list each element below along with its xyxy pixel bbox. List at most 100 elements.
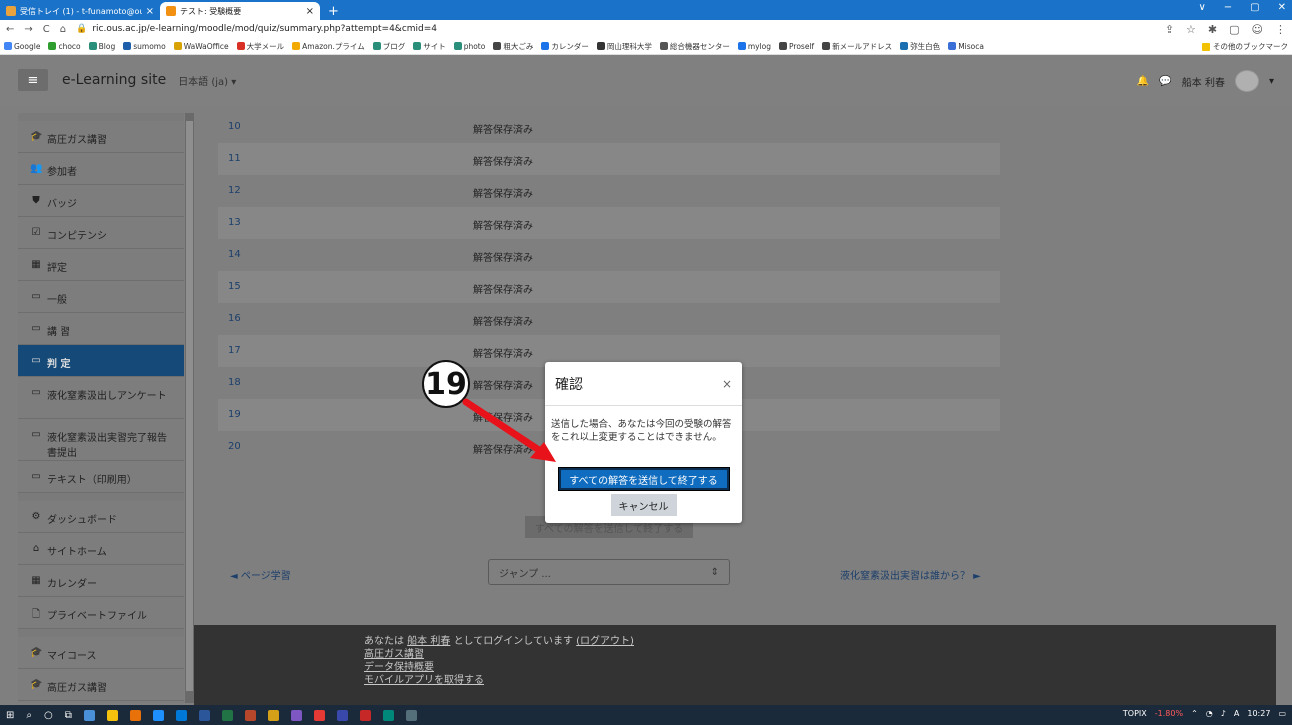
question-link[interactable]: 10: [218, 121, 473, 132]
chevron-down-icon[interactable]: ▾: [1269, 76, 1274, 87]
sidebar-item-site-home[interactable]: ⌂ サイトホーム: [18, 533, 184, 565]
app-icon[interactable]: [336, 709, 348, 721]
bookmark-item[interactable]: ブログ: [372, 41, 405, 52]
submit-and-finish-button[interactable]: すべての解答を送信して終了する: [557, 467, 730, 491]
sidebar-item-course[interactable]: 🎓 高圧ガス講習: [18, 121, 184, 153]
user-name[interactable]: 船本 利春: [1182, 74, 1225, 89]
bookmark-item[interactable]: WaWaOffice: [173, 42, 229, 51]
question-link[interactable]: 16: [218, 313, 473, 324]
bookmark-item[interactable]: choco: [48, 42, 81, 51]
clock[interactable]: 10:27: [1247, 709, 1270, 718]
cortana-icon[interactable]: ○: [44, 710, 53, 721]
sidebar-item-calendar[interactable]: ▦ カレンダー: [18, 565, 184, 597]
sidebar-item-lecture[interactable]: ▭ 講 習: [18, 313, 184, 345]
bookmark-item[interactable]: サイト: [413, 41, 446, 52]
ime-indicator[interactable]: A: [1234, 709, 1239, 718]
scrollbar-thumb[interactable]: [186, 121, 193, 691]
bookmark-item[interactable]: photo: [453, 42, 485, 51]
other-bookmarks[interactable]: その他のブックマーク: [1202, 41, 1288, 52]
logout-link[interactable]: (ログアウト): [576, 636, 634, 647]
search-icon[interactable]: ⌕: [26, 710, 32, 721]
word-icon[interactable]: [198, 709, 210, 721]
tab-quiz-summary[interactable]: テスト: 受験概要 ×: [160, 2, 320, 20]
bookmark-item[interactable]: カレンダー: [541, 41, 589, 52]
share-icon[interactable]: ⇪: [1165, 23, 1174, 36]
bookmark-item[interactable]: Misoca: [948, 42, 984, 51]
jump-select[interactable]: ジャンプ ... ⇕: [488, 559, 730, 585]
question-link[interactable]: 15: [218, 281, 473, 292]
app-icon[interactable]: [382, 709, 394, 721]
profile-icon[interactable]: ☺: [1252, 23, 1263, 36]
app-icon[interactable]: [290, 709, 302, 721]
sidepanel-icon[interactable]: ▢: [1229, 23, 1239, 36]
mobile-app-link[interactable]: モバイルアプリを取得する: [364, 675, 484, 686]
question-link[interactable]: 11: [218, 153, 473, 164]
bookmark-item[interactable]: mylog: [737, 42, 771, 51]
question-link[interactable]: 17: [218, 345, 473, 356]
sidebar-scrollbar[interactable]: [185, 113, 194, 703]
tab-inbox[interactable]: 受信トレイ (1) - t-funamoto@ous. ×: [0, 2, 160, 20]
close-icon[interactable]: ×: [306, 6, 314, 17]
star-icon[interactable]: ☆: [1186, 23, 1196, 36]
home-icon[interactable]: ⌂: [60, 24, 66, 35]
tab-search-icon[interactable]: ∨: [1198, 2, 1205, 13]
sidebar-item-my-courses[interactable]: 🎓 マイコース: [18, 637, 184, 669]
menu-icon[interactable]: ⋮: [1275, 23, 1286, 36]
url-field[interactable]: 🔒 ric.ous.ac.jp/e-learning/moodle/mod/qu…: [76, 24, 1155, 34]
app-icon[interactable]: [129, 709, 141, 721]
question-link[interactable]: 14: [218, 249, 473, 260]
sidebar-item-general[interactable]: ▭ 一般: [18, 281, 184, 313]
site-name[interactable]: e-Learning site: [62, 72, 166, 88]
prev-activity-link[interactable]: ◄ ページ学習: [230, 567, 291, 582]
bookmark-item[interactable]: 総合機器センター: [659, 41, 730, 52]
app-icon[interactable]: [359, 709, 371, 721]
bookmark-item[interactable]: Blog: [88, 42, 115, 51]
sidebar-item-text[interactable]: ▭ テキスト（印刷用）: [18, 461, 184, 493]
app-icon[interactable]: [313, 709, 325, 721]
bookmark-item[interactable]: Amazon.プライム: [292, 41, 365, 52]
minimize-icon[interactable]: −: [1224, 2, 1232, 13]
sidebar-item-judgement[interactable]: ▭ 判 定: [18, 345, 184, 377]
new-tab-button[interactable]: +: [320, 2, 347, 20]
bell-icon[interactable]: 🔔: [1137, 76, 1149, 87]
sidebar-item-private-files[interactable]: 🗋 プライベートファイル: [18, 597, 184, 629]
sidebar-item-survey[interactable]: ▭ 液化窒素汲出しアンケート: [18, 377, 184, 419]
bookmark-item[interactable]: 弥生白色: [900, 41, 940, 52]
bookmark-item[interactable]: Google: [4, 42, 40, 51]
user-profile-link[interactable]: 船本 利春: [407, 636, 450, 647]
hamburger-menu-icon[interactable]: ≡: [18, 69, 48, 91]
explorer-icon[interactable]: [83, 709, 95, 721]
cancel-button[interactable]: キャンセル: [610, 494, 677, 516]
reload-icon[interactable]: C: [43, 24, 50, 35]
bookmark-item[interactable]: 岡山理科大学: [596, 41, 652, 52]
close-icon[interactable]: ×: [146, 6, 154, 17]
close-icon[interactable]: ×: [722, 377, 732, 391]
sidebar-item-participants[interactable]: 👥 参加者: [18, 153, 184, 185]
bookmark-item[interactable]: sumomo: [123, 42, 166, 51]
volume-icon[interactable]: ♪: [1221, 709, 1226, 718]
notification-icon[interactable]: ▭: [1278, 709, 1286, 718]
close-window-icon[interactable]: ✕: [1278, 2, 1286, 13]
course-link[interactable]: 高圧ガス講習: [364, 649, 424, 660]
sidebar-item-dashboard[interactable]: ⚙ ダッシュボード: [18, 501, 184, 533]
maximize-icon[interactable]: ▢: [1250, 2, 1259, 13]
sidebar-item-report[interactable]: ▭ 液化窒素汲出実習完了報告書提出: [18, 419, 184, 461]
avatar[interactable]: [1234, 70, 1259, 92]
sidebar-item-badges[interactable]: ⛊ バッジ: [18, 185, 184, 217]
chevron-up-icon[interactable]: ⌃: [1191, 709, 1198, 718]
next-activity-link[interactable]: 液化窒素汲出実習は誰から？ ►: [840, 567, 981, 582]
chrome-icon[interactable]: [106, 709, 118, 721]
back-icon[interactable]: ←: [6, 24, 14, 35]
bookmark-item[interactable]: 新メールアドレス: [822, 41, 892, 52]
question-link[interactable]: 19: [218, 409, 473, 420]
question-link[interactable]: 12: [218, 185, 473, 196]
bookmark-item[interactable]: 粗大ごみ: [493, 41, 533, 52]
network-icon[interactable]: ◔: [1206, 709, 1213, 718]
language-selector[interactable]: 日本語 (ja) ▾: [178, 73, 236, 88]
question-link[interactable]: 13: [218, 217, 473, 228]
bookmark-item[interactable]: Proself: [779, 42, 814, 51]
sidebar-item-competencies[interactable]: ☑ コンピテンシ: [18, 217, 184, 249]
app-icon[interactable]: [175, 709, 187, 721]
app-icon[interactable]: [267, 709, 279, 721]
excel-icon[interactable]: [221, 709, 233, 721]
